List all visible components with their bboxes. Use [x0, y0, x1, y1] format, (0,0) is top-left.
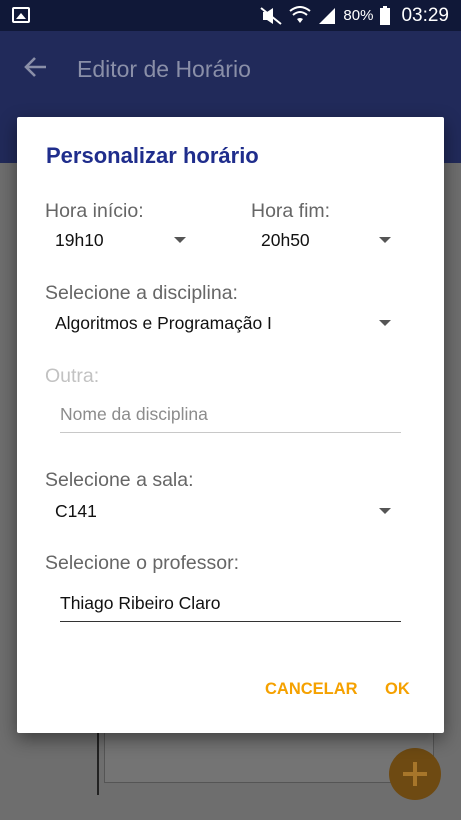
clock: 03:29 [401, 4, 449, 26]
signal-icon [319, 7, 336, 24]
cancel-button[interactable]: CANCELAR [265, 680, 358, 699]
chevron-down-icon[interactable] [379, 508, 391, 514]
divider-line [97, 733, 99, 795]
battery-icon [380, 5, 391, 25]
subject-name-input[interactable] [60, 404, 401, 433]
end-time-label: Hora fim: [251, 200, 331, 222]
start-time-label: Hora início: [45, 200, 144, 222]
wifi-icon [289, 5, 312, 23]
teacher-input[interactable] [60, 593, 401, 622]
status-bar-right: 80% 03:29 [259, 0, 449, 31]
chevron-down-icon[interactable] [379, 237, 391, 243]
background-card [104, 728, 434, 783]
subject-label: Selecione a disciplina: [45, 282, 238, 304]
ok-button[interactable]: OK [385, 680, 410, 699]
end-time-spinner[interactable]: 20h50 [261, 230, 310, 251]
chevron-down-icon[interactable] [379, 320, 391, 326]
room-label: Selecione a sala: [45, 469, 194, 491]
status-bar: 80% 03:29 [0, 0, 461, 31]
start-time-spinner[interactable]: 19h10 [55, 230, 104, 251]
other-subject-label: Outra: [45, 365, 100, 387]
add-fab-button[interactable] [389, 748, 441, 800]
teacher-label: Selecione o professor: [45, 552, 240, 574]
room-spinner[interactable]: C141 [55, 501, 97, 522]
chevron-down-icon[interactable] [174, 237, 186, 243]
subject-spinner[interactable]: Algoritmos e Programação I [55, 313, 272, 334]
battery-percent: 80% [343, 7, 374, 24]
customize-schedule-dialog: Personalizar horário Hora início: 19h10 … [17, 117, 444, 733]
dialog-title: Personalizar horário [46, 143, 259, 168]
arrow-left-icon[interactable] [22, 53, 50, 81]
app-title: Editor de Horário [77, 56, 251, 82]
image-icon [12, 7, 30, 23]
mute-icon [260, 6, 283, 25]
